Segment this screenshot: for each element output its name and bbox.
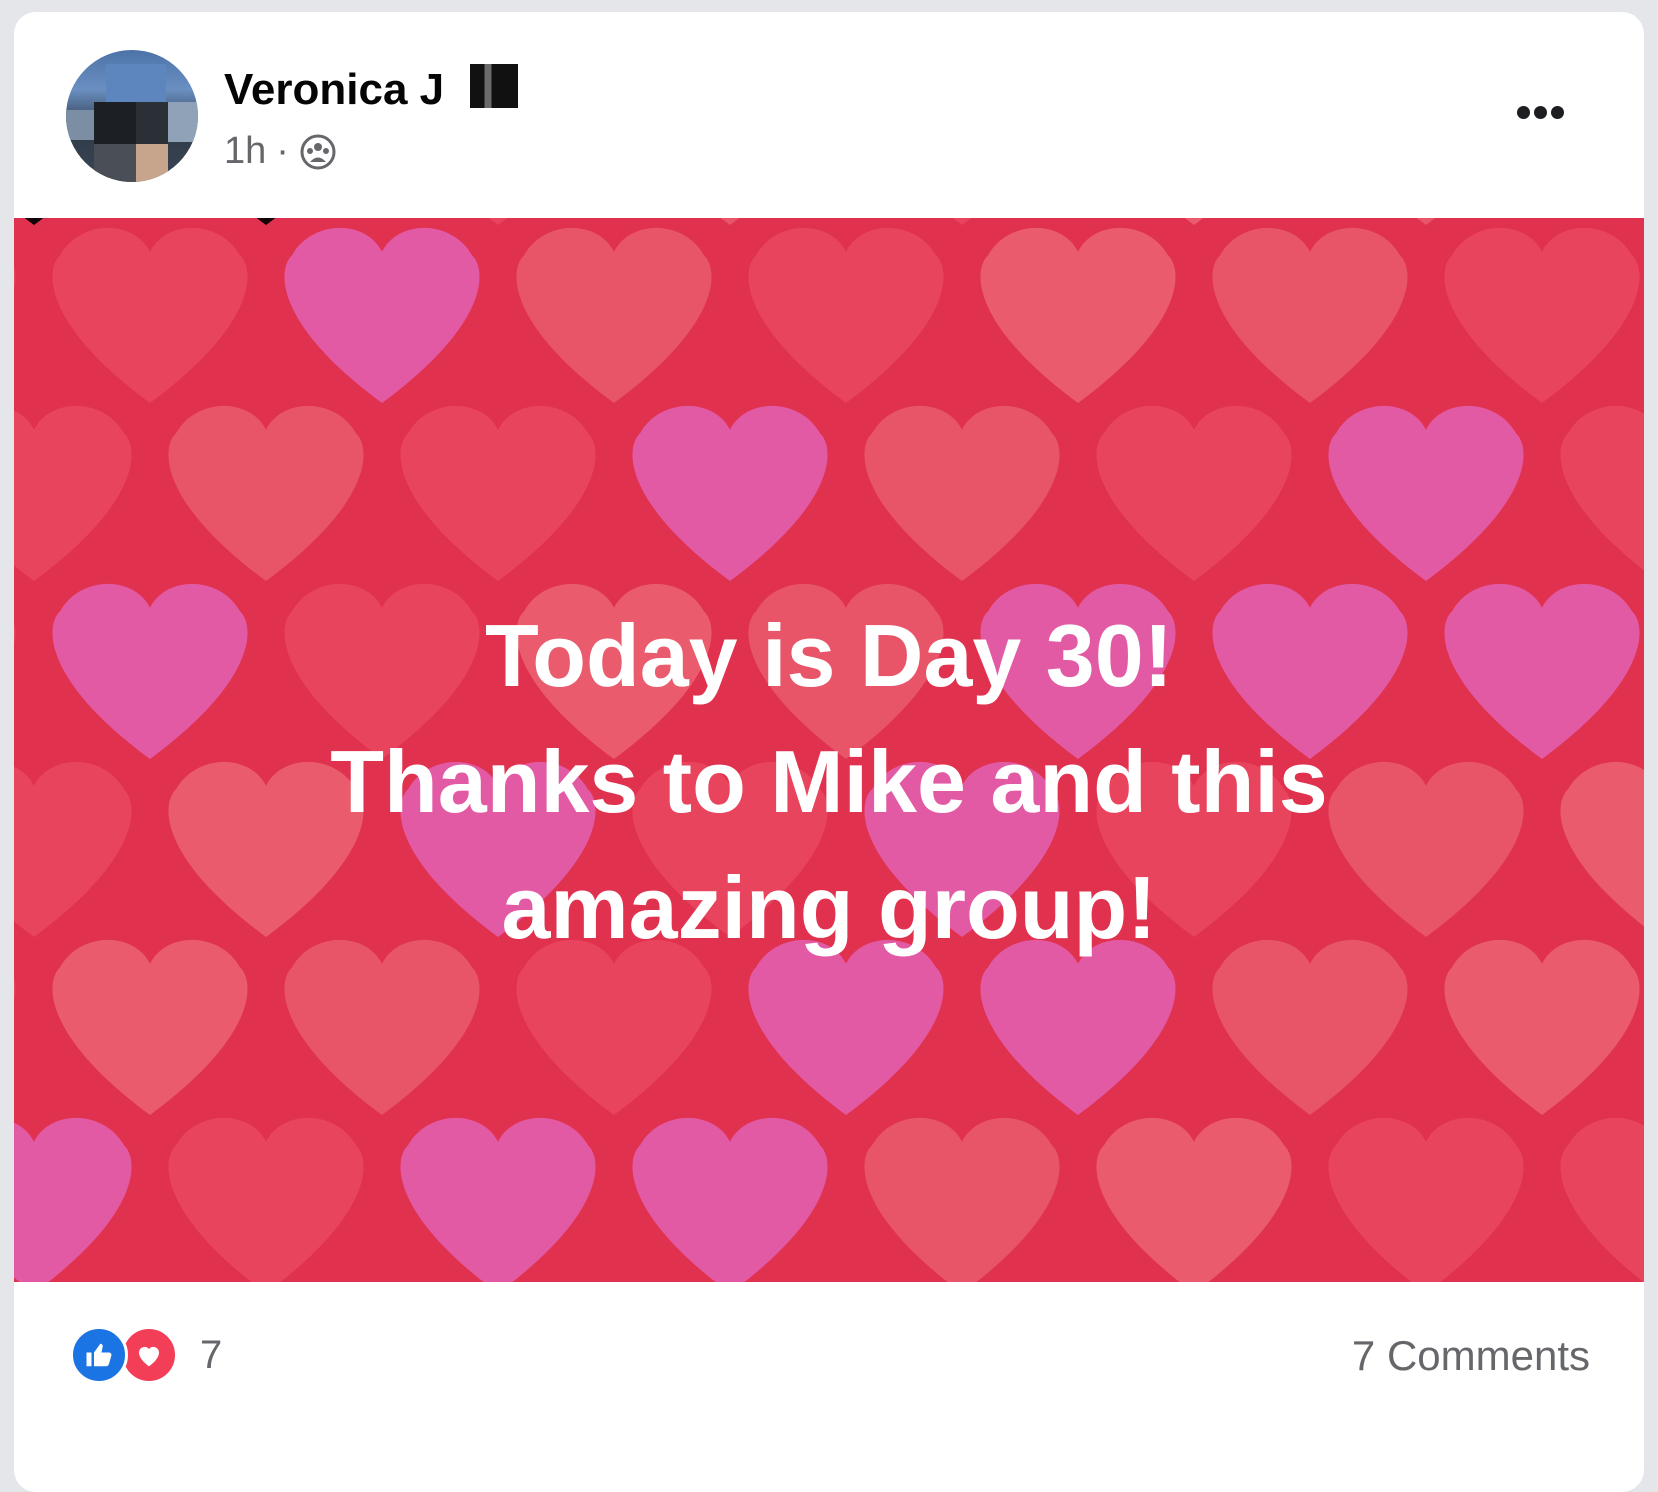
heart-shape [1328,405,1524,581]
like-icon [70,1326,128,1384]
heart-shape [1560,1117,1644,1282]
heart-shape [1096,1117,1292,1282]
heart-shape [284,227,480,403]
heart-shape [864,1117,1060,1282]
heart-shape [52,227,248,403]
heart-shape [256,218,276,225]
heart-shape [14,1117,132,1282]
banner-line-2: Thanks to Mike and this [330,732,1328,831]
heart-shape [864,405,1060,581]
avatar[interactable] [66,50,198,182]
heart-shape [24,218,44,225]
heart-shape [168,405,364,581]
reaction-count: 7 [200,1332,223,1377]
post-banner[interactable]: Today is Day 30! Thanks to Mike and this… [14,218,1644,1282]
heart-shape [952,218,972,225]
heart-shape [1184,218,1204,225]
heart-shape [400,1117,596,1282]
heart-shape [1328,1117,1524,1282]
heart-shape [14,266,16,290]
heart-shape [168,1117,364,1282]
love-icon [120,1326,178,1384]
heart-shape [1560,218,1644,225]
banner-line-3: amazing group! [501,858,1157,957]
author-name[interactable]: Veronica J [224,64,519,115]
comments-count[interactable]: 7 Comments [1352,1332,1590,1380]
redaction-block [470,64,519,108]
post-card: Veronica J 1h · Today is Day 30! Thanks … [14,12,1644,1492]
heart-shape [748,227,944,403]
heart-shape [632,1117,828,1282]
heart-shape [720,218,740,225]
reactions-summary[interactable]: 7 [70,1326,222,1384]
post-footer: 7 7 Comments [14,1282,1644,1422]
heart-shape [1444,227,1640,403]
heart-shape [1212,227,1408,403]
heart-shape [488,218,508,225]
more-options-icon[interactable] [1515,86,1566,126]
post-header: Veronica J 1h · [14,12,1644,217]
heart-shape [980,227,1176,403]
post-time[interactable]: 1h [224,130,266,173]
heart-shape [1560,405,1644,571]
heart-shape [1096,405,1292,581]
author-name-text[interactable]: Veronica J [224,65,444,114]
meta-separator: · [276,130,289,172]
banner-text: Today is Day 30! Thanks to Mike and this… [14,593,1644,971]
heart-shape [1416,218,1436,225]
heart-shape [14,405,132,581]
heart-shape [632,405,828,581]
post-meta: 1h · [224,130,337,173]
group-icon[interactable] [299,133,337,171]
heart-shape [400,405,596,581]
heart-shape [516,227,712,403]
banner-line-1: Today is Day 30! [485,606,1173,705]
